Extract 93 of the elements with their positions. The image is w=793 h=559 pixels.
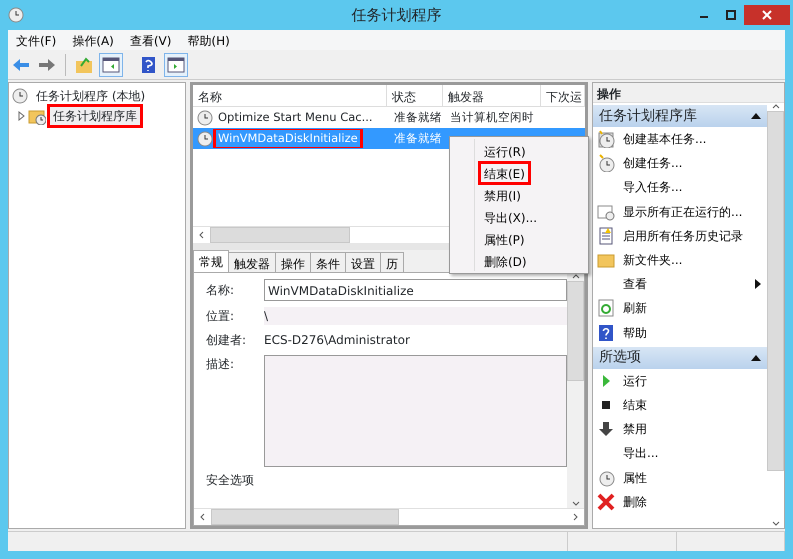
section-header[interactable]: 所选项	[593, 346, 767, 369]
tab[interactable]: 历	[380, 252, 404, 272]
column-header[interactable]: 名称	[193, 85, 387, 106]
action-item[interactable]: 导入任务...	[593, 175, 767, 200]
console-tree-icon	[102, 56, 120, 74]
menu-item[interactable]: 结束(E)	[480, 163, 529, 183]
expand-icon[interactable]	[17, 111, 25, 121]
action-item[interactable]: 创建基本任务...	[593, 127, 767, 152]
description-field[interactable]	[264, 355, 567, 467]
field-label: 描述:	[206, 356, 236, 373]
window-clock-icon	[597, 202, 615, 221]
table-cell: WinVMDataDiskInitialize	[215, 128, 361, 148]
field-label: 名称:	[206, 282, 236, 299]
action-item[interactable]: 结束	[593, 392, 767, 418]
column-header[interactable]: 触发器	[443, 85, 541, 106]
task-row[interactable]: Optimize Start Menu Cac... 准备就绪 当计算机空闲时	[193, 107, 585, 128]
tree-item[interactable]: 任务计划程序库	[49, 106, 141, 126]
window-title: 任务计划程序	[350, 4, 442, 26]
action-item[interactable]: 禁用	[593, 417, 767, 442]
close-button[interactable]	[744, 5, 790, 25]
table-cell-text: 准备就绪	[393, 130, 443, 146]
action-item[interactable]: 导出...	[593, 441, 767, 466]
menu-item[interactable]: 导出(X)...	[480, 207, 542, 227]
submenu-arrow-icon	[755, 279, 761, 290]
scroll-down-icon[interactable]	[572, 500, 580, 508]
tab[interactable]: 常规	[193, 250, 229, 272]
tab[interactable]: 设置	[345, 252, 381, 272]
scroll-left-icon[interactable]	[198, 231, 206, 239]
action-item[interactable]: 刷新	[593, 296, 767, 320]
clock-icon	[597, 154, 615, 172]
tab[interactable]: 触发器	[228, 252, 276, 272]
tab[interactable]: 条件	[310, 252, 346, 272]
up-folder-icon	[75, 56, 93, 74]
action-item[interactable]: 属性	[593, 465, 767, 490]
clock-icon	[197, 110, 213, 126]
clock-icon	[11, 87, 29, 105]
field-label: 创建者:	[206, 332, 248, 349]
pane-title: 操作	[593, 83, 784, 103]
clock-icon	[197, 130, 213, 146]
action-item[interactable]: 删除	[593, 490, 767, 514]
maximize-icon	[726, 10, 736, 20]
section-title: 任务计划程序库	[599, 106, 697, 126]
delete-icon	[597, 492, 615, 511]
help-icon	[140, 56, 158, 74]
column-header[interactable]: 下次运	[541, 85, 585, 106]
collapse-icon[interactable]	[751, 112, 761, 120]
refresh-icon	[597, 299, 615, 318]
section-title: 所选项	[599, 348, 641, 368]
vertical-scrollbar[interactable]	[767, 103, 784, 528]
menu-item[interactable]: 操作(A)	[64, 30, 122, 50]
action-item[interactable]: 显示所有正在运行的...	[593, 200, 767, 224]
action-item[interactable]: 运行	[593, 368, 767, 393]
table-cell-text: 准备就绪	[393, 108, 443, 125]
name-field[interactable]: WinVMDataDiskInitialize	[264, 279, 567, 301]
scroll-down-icon[interactable]	[772, 520, 780, 528]
clock-icon	[597, 130, 615, 148]
table-cell-text: 当计算机空闲时	[449, 108, 535, 125]
action-item[interactable]: 启用所有任务历史记录	[593, 224, 767, 248]
section-header[interactable]: 任务计划程序库	[593, 105, 767, 127]
table-cell-text: Optimize Start Menu Cac...	[217, 108, 374, 126]
menu-item[interactable]: 查看(V)	[122, 30, 180, 50]
scroll-up-icon[interactable]	[572, 273, 580, 281]
field-value: ECS-D276\Administrator	[264, 332, 410, 349]
menu-item[interactable]: 禁用(I)	[480, 185, 525, 205]
action-item[interactable]: 帮助	[593, 320, 767, 345]
clock-icon[interactable]	[6, 5, 26, 25]
action-item[interactable]: 新文件夹...	[593, 248, 767, 272]
field-label: 位置:	[206, 308, 236, 325]
clock-icon	[597, 468, 615, 487]
menu-item[interactable]: 删除(D)	[480, 251, 531, 271]
help-icon	[597, 324, 615, 342]
section-label: 安全选项	[206, 473, 254, 487]
down-arrow-icon	[597, 420, 615, 438]
tree-item[interactable]: 任务计划程序 (本地)	[32, 86, 150, 106]
horizontal-scrollbar[interactable]	[194, 508, 584, 525]
console-tree-button[interactable]	[99, 52, 123, 76]
action-item[interactable]: 查看	[593, 272, 767, 296]
close-icon	[762, 10, 772, 20]
collapse-icon[interactable]	[751, 354, 761, 362]
field-value: \	[264, 307, 567, 325]
menu-item[interactable]: 帮助(H)	[179, 30, 238, 50]
menu-item[interactable]: 属性(P)	[480, 229, 529, 249]
action-pane-icon	[167, 56, 185, 74]
scroll-left-icon[interactable]	[198, 513, 206, 521]
action-pane-button[interactable]	[164, 52, 188, 76]
menu-item[interactable]: 文件(F)	[8, 30, 64, 50]
scroll-up-icon[interactable]	[772, 103, 780, 111]
scroll-right-icon[interactable]	[572, 513, 580, 521]
action-item[interactable]: 创建任务...	[593, 151, 767, 176]
column-header[interactable]: 状态	[387, 85, 443, 106]
log-icon	[597, 226, 615, 245]
tab[interactable]: 操作	[275, 252, 311, 272]
vertical-scrollbar[interactable]	[567, 273, 584, 508]
